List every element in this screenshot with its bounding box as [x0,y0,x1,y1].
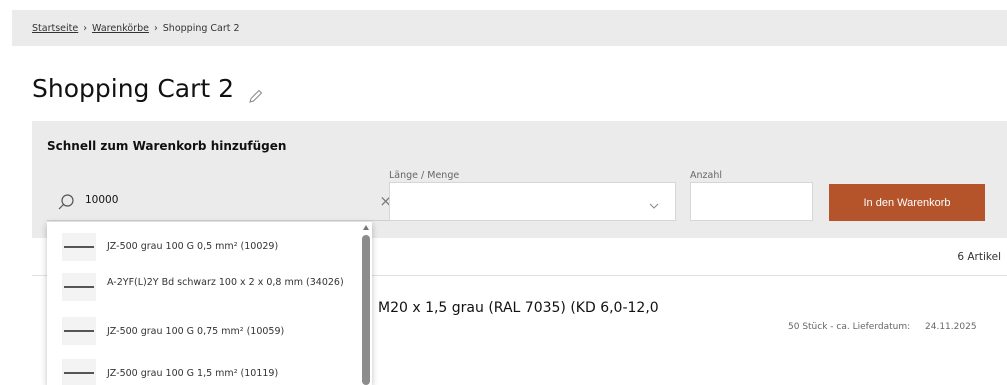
suggestion-item[interactable]: JZ-500 grau 100 G 0,5 mm² (10029) [47,232,359,262]
dropdown-scrollbar[interactable] [359,222,372,385]
pencil-icon[interactable] [248,81,264,103]
product-thumbnail [62,273,96,301]
breadcrumb-link-home[interactable]: Startseite [32,23,78,34]
scrollbar-thumb[interactable] [362,235,370,385]
suggestion-label: JZ-500 grau 100 G 1,5 mm² (10119) [107,368,279,379]
page-title: Shopping Cart 2 [32,74,264,103]
quick-add-panel: Schnell zum Warenkorb hinzufügen 10000 ×… [32,121,1007,238]
suggestion-item[interactable]: JZ-500 grau 100 G 1,5 mm² (10119) [47,358,359,385]
product-thumbnail [62,233,96,261]
breadcrumb-separator: › [153,22,158,34]
search-suggestions: JZ-500 grau 100 G 0,5 mm² (10029) A-2YF(… [47,222,372,385]
length-label: Länge / Menge [389,170,460,181]
item-count: 6 Artikel [957,251,1001,263]
breadcrumb-separator: › [83,22,88,34]
search-input[interactable]: 10000 × [47,183,402,221]
suggestion-label: A-2YF(L)2Y Bd schwarz 100 x 2 x 0,8 mm (… [107,277,344,288]
suggestion-label: JZ-500 grau 100 G 0,75 mm² (10059) [107,326,285,337]
breadcrumb-current: Shopping Cart 2 [162,22,240,34]
page-title-text: Shopping Cart 2 [32,74,235,103]
search-value: 10000 [85,194,119,206]
quantity-label: Anzahl [690,170,722,181]
product-thumbnail [62,317,96,345]
suggestion-label: JZ-500 grau 100 G 0,5 mm² (10029) [107,241,279,252]
product-thumbnail [62,359,96,385]
suggestion-item[interactable]: JZ-500 grau 100 G 0,75 mm² (10059) [47,316,359,346]
length-select[interactable] [389,182,676,221]
scroll-up-icon[interactable] [363,225,369,230]
breadcrumb: Startseite › Warenkörbe › Shopping Cart … [12,10,1007,46]
product-name[interactable]: M20 x 1,5 grau (RAL 7035) (KD 6,0-12,0 [378,300,659,316]
quantity-input[interactable] [690,182,813,221]
search-icon [57,193,75,211]
delivery-date: 24.11.2025 [925,322,977,332]
breadcrumb-link-carts[interactable]: Warenkörbe [92,23,149,34]
suggestion-item[interactable]: A-2YF(L)2Y Bd schwarz 100 x 2 x 0,8 mm (… [47,272,359,302]
delivery-info: 50 Stück - ca. Lieferdatum: 24.11.2025 [788,322,977,332]
add-to-cart-button[interactable]: In den Warenkorb [829,184,985,221]
chevron-down-icon [649,196,659,209]
quick-add-title: Schnell zum Warenkorb hinzufügen [47,139,287,153]
delivery-label: 50 Stück - ca. Lieferdatum: [788,322,911,332]
